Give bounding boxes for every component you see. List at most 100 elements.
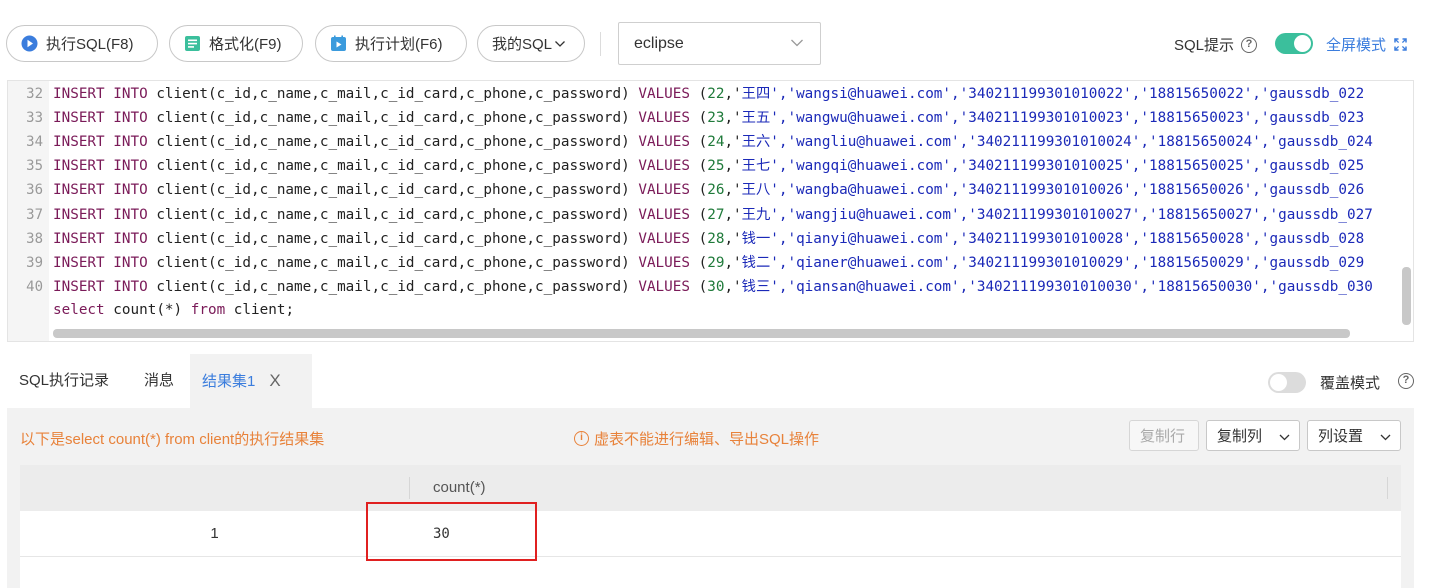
table-columns: client(c_id,c_name,c_mail,c_id_card,c_ph…: [156, 86, 630, 102]
name-value: 王九: [741, 206, 771, 223]
id-card-value: 340211199301010027: [976, 206, 1132, 223]
result-warning: i 虚表不能进行编辑、导出SQL操作: [574, 428, 819, 449]
chevron-down-icon: [1279, 430, 1290, 447]
help-icon[interactable]: ?: [1241, 36, 1258, 53]
info-icon: i: [574, 431, 589, 446]
table-row[interactable]: 1 30: [20, 511, 1401, 557]
vertical-scrollbar[interactable]: [1402, 267, 1411, 325]
phone-value: 18815650023: [1149, 110, 1244, 127]
mail-value: wangsi@huawei.com: [796, 86, 943, 102]
line-number: 33: [26, 110, 43, 127]
sql-hint: SQL提示 ?: [1174, 34, 1258, 55]
name-value: 钱二: [741, 254, 771, 271]
table-columns: client(c_id,c_name,c_mail,c_id_card,c_ph…: [156, 158, 630, 175]
name-value: 王七: [741, 158, 771, 175]
password-value: gaussdb_030: [1278, 278, 1373, 295]
horizontal-scrollbar[interactable]: [53, 329, 1350, 338]
close-icon[interactable]: X: [269, 371, 280, 390]
run-sql-button[interactable]: 执行SQL(F8): [6, 25, 158, 62]
code-line: 40 INSERT INTO client(c_id,c_name,c_mail,…: [8, 275, 1403, 299]
help-icon[interactable]: ?: [1398, 373, 1414, 389]
line-number: 35: [26, 158, 43, 175]
name-value: 钱一: [741, 230, 771, 247]
password-value: gaussdb_026: [1269, 182, 1365, 199]
into-keyword: INTO: [113, 134, 148, 151]
result-grid: count(*) 1 30: [20, 465, 1401, 588]
password-value: gaussdb_025: [1269, 158, 1365, 175]
code-line: 38 INSERT INTO client(c_id,c_name,c_mail,…: [8, 227, 1403, 251]
execution-plan-button[interactable]: 执行计划(F6): [315, 25, 467, 62]
code-line: 33 INSERT INTO client(c_id,c_name,c_mail,…: [8, 106, 1403, 130]
line-number: 39: [26, 254, 43, 271]
values-keyword: VALUES: [638, 278, 690, 295]
values-keyword: VALUES: [638, 86, 690, 102]
into-keyword: INTO: [113, 158, 148, 175]
toolbar-divider: [600, 32, 601, 56]
sql-code-editor[interactable]: 32 INSERT INTO client(c_id,c_name,c_mail,…: [7, 80, 1414, 342]
toolbar: 执行SQL(F8) 格式化(F9) 执行计划(F6) 我的SQL eclipse: [0, 0, 1449, 80]
into-keyword: INTO: [113, 206, 148, 223]
column-settings-dropdown[interactable]: 列设置: [1307, 420, 1401, 451]
id-card-value: 340211199301010023: [968, 110, 1124, 127]
result-info-text: 以下是select count(*) from client的执行结果集: [20, 431, 325, 448]
sql-hint-toggle[interactable]: [1275, 33, 1313, 54]
run-sql-label: 执行SQL(F8): [46, 36, 134, 53]
tab-result-set-1[interactable]: 结果集1 X: [190, 354, 312, 408]
into-keyword: INTO: [113, 110, 148, 127]
values-keyword: VALUES: [638, 206, 690, 223]
insert-keyword: INSERT: [53, 182, 105, 199]
line-number: 36: [26, 182, 43, 199]
table-columns: client(c_id,c_name,c_mail,c_id_card,c_ph…: [156, 230, 630, 247]
insert-keyword: INSERT: [53, 254, 105, 271]
table-columns: client(c_id,c_name,c_mail,c_id_card,c_ph…: [156, 254, 630, 271]
table-columns: client(c_id,c_name,c_mail,c_id_card,c_ph…: [156, 206, 630, 223]
tab-sql-history[interactable]: SQL执行记录: [19, 354, 109, 408]
into-keyword: INTO: [113, 230, 148, 247]
database-select[interactable]: eclipse: [618, 22, 821, 65]
highlight-box: [366, 502, 537, 561]
id-value: 29: [707, 254, 725, 271]
password-value: gaussdb_029: [1269, 254, 1365, 271]
chevron-down-icon: [554, 38, 566, 50]
values-keyword: VALUES: [638, 182, 690, 199]
format-button[interactable]: 格式化(F9): [169, 25, 303, 62]
values-keyword: VALUES: [638, 134, 690, 151]
line-number: 37: [26, 206, 43, 223]
copy-row-button[interactable]: 复制行: [1129, 420, 1199, 451]
insert-keyword: INSERT: [53, 206, 105, 223]
row-number: 1: [210, 525, 219, 542]
tab-result-label: 结果集1: [202, 373, 256, 390]
select-table: client;: [233, 302, 295, 318]
password-value: gaussdb_023: [1269, 110, 1365, 127]
overlay-mode-toggle[interactable]: [1268, 372, 1306, 393]
values-keyword: VALUES: [638, 230, 690, 247]
code-line: 39 INSERT INTO client(c_id,c_name,c_mail,…: [8, 251, 1403, 275]
grid-header: count(*): [20, 465, 1401, 511]
id-value: 26: [707, 182, 725, 199]
phone-value: 18815650028: [1149, 230, 1244, 247]
my-sql-dropdown[interactable]: 我的SQL: [477, 25, 585, 62]
tab-sql-history-label: SQL执行记录: [19, 372, 110, 389]
format-icon: [184, 35, 201, 52]
mail-value: wangliu@huawei.com: [796, 134, 952, 151]
code-line: 41select count(*) from client;: [8, 298, 1403, 322]
phone-value: 18815650025: [1149, 158, 1244, 175]
column-divider: [409, 477, 410, 499]
mail-value: qiansan@huawei.com: [796, 278, 952, 295]
insert-keyword: INSERT: [53, 134, 105, 151]
fullscreen-button[interactable]: 全屏模式: [1326, 34, 1407, 55]
id-card-value: 340211199301010022: [968, 86, 1124, 102]
phone-value: 18815650024: [1157, 134, 1253, 151]
tab-messages[interactable]: 消息: [144, 354, 174, 408]
line-number: 32: [26, 86, 43, 102]
name-value: 王四: [741, 86, 771, 102]
copy-column-dropdown[interactable]: 复制列: [1206, 420, 1300, 451]
name-value: 王六: [741, 134, 771, 151]
insert-keyword: INSERT: [53, 230, 105, 247]
mail-value: wangjiu@huawei.com: [796, 206, 952, 223]
sql-editor-page: 执行SQL(F8) 格式化(F9) 执行计划(F6) 我的SQL eclipse: [0, 0, 1449, 588]
select-keyword: select: [53, 302, 105, 318]
count-function: count: [113, 302, 157, 318]
chevron-down-icon: [790, 36, 804, 55]
toggle-knob: [1270, 374, 1287, 391]
